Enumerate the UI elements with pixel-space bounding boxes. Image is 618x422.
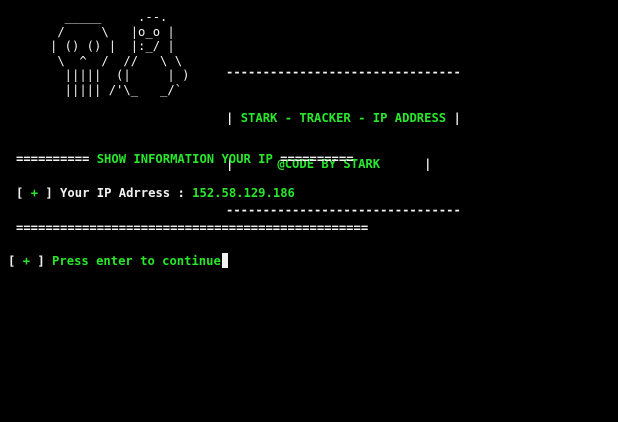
ascii-line: ||||| /'\_ _/`	[50, 82, 183, 97]
bracket-open: [	[8, 254, 23, 268]
bracket-close: ]	[30, 254, 45, 268]
app-title: STARK - TRACKER - IP ADDRESS	[240, 111, 447, 126]
banner-title-row: | STARK - TRACKER - IP ADDRESS |	[226, 111, 461, 126]
continue-prompt[interactable]: [ + ] Press enter to continue	[8, 253, 228, 269]
ascii-line: / \ |o_o |	[50, 24, 175, 39]
ascii-art-logo: _____ .--. / \ |o_o | | () () | |:_/ | \…	[50, 10, 189, 97]
banner-rule-top: --------------------------------	[226, 64, 461, 79]
ascii-line: _____ .--.	[50, 10, 168, 24]
ip-address-label: Your IP Adrress :	[52, 186, 193, 200]
section-divider: ========================================…	[16, 221, 369, 235]
banner-bar-left: |	[226, 111, 241, 126]
header-rule-left: ==========	[16, 152, 90, 166]
title-banner: -------------------------------- | STARK…	[226, 34, 461, 250]
ip-address-value: 152.58.129.186	[192, 186, 295, 200]
ascii-line: | () () | |:_/ |	[50, 39, 175, 53]
text-cursor[interactable]	[221, 253, 228, 268]
banner-bar-right: |	[446, 111, 461, 126]
continue-prompt-text: Press enter to continue	[44, 254, 221, 268]
header-rule-right: ==========	[280, 152, 354, 166]
ip-address-row: [ + ] Your IP Adrress : 152.58.129.186	[16, 185, 295, 201]
info-section-title: SHOW INFORMATION YOUR IP	[96, 152, 273, 166]
plus-marker-icon: +	[22, 254, 31, 268]
banner-bar-right: |	[380, 157, 432, 172]
terminal-window[interactable]: _____ .--. / \ |o_o | | () () | |:_/ | \…	[0, 0, 618, 422]
banner-rule-bottom: --------------------------------	[226, 203, 461, 218]
ascii-line: ||||| (| | )	[50, 68, 190, 82]
bracket-open: [	[16, 186, 31, 200]
info-section-header: ========== SHOW INFORMATION YOUR IP ====…	[16, 151, 354, 167]
ascii-line: \ ^ / // \ \	[50, 53, 183, 68]
plus-marker-icon: +	[30, 186, 39, 200]
bracket-close: ]	[38, 186, 53, 200]
